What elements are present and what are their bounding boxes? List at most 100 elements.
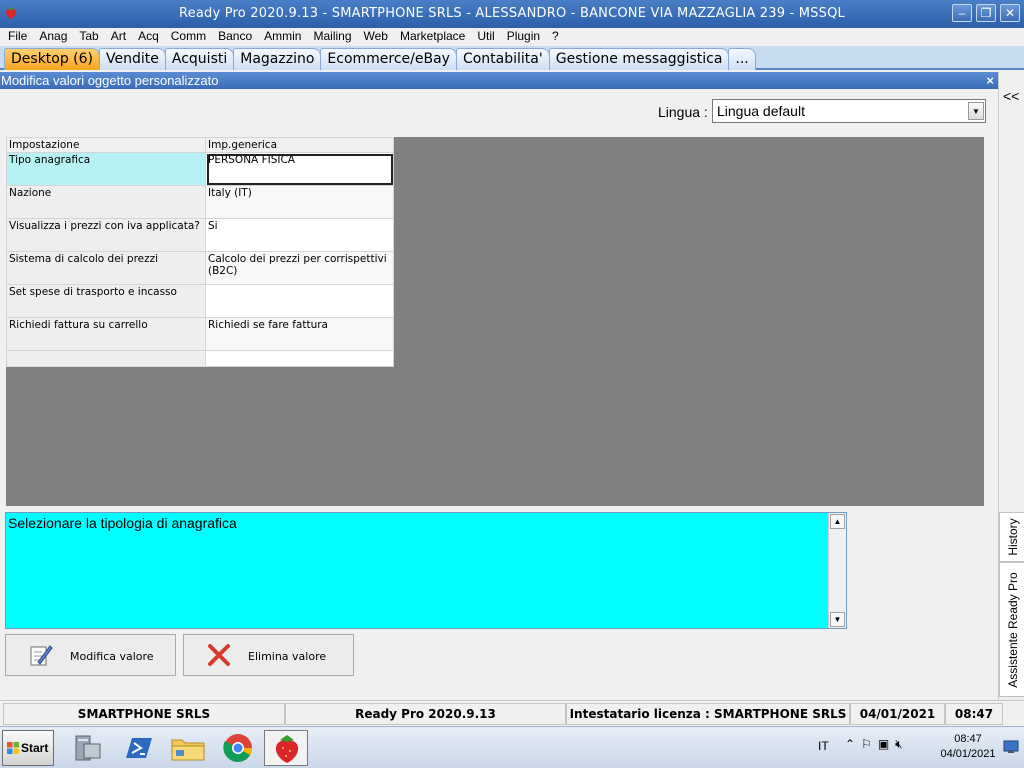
collapse-dock-icon[interactable]: << [1003,88,1019,104]
start-button[interactable]: Start [2,730,54,766]
grid-header-value[interactable]: Imp.generica [205,137,394,153]
chrome-icon [223,734,252,763]
clock-date: 04/01/2021 [940,748,996,760]
show-desktop-icon[interactable] [1003,740,1019,754]
grid-value[interactable] [205,284,394,318]
menu-help[interactable]: ? [548,29,563,46]
tab-acquisti[interactable]: Acquisti [164,48,235,70]
tray-flag-icon[interactable]: ⚐ [861,737,872,752]
tray-chevron-up-icon[interactable]: ⌃ [845,737,855,752]
grid-key[interactable] [6,350,206,367]
right-dock: << History Assistente Ready Pro [998,72,1024,700]
title-bar: Ready Pro 2020.9.13 - SMARTPHONE SRLS - … [0,0,1024,28]
grid-key[interactable]: Nazione [6,185,206,219]
modify-value-button[interactable]: Modifica valore [5,634,176,676]
menu-anag[interactable]: Anag [35,29,71,46]
table-row[interactable]: Set spese di trasporto e incasso [6,284,394,318]
settings-grid: Impostazione Imp.generica Tipo anagrafic… [6,137,394,367]
taskbar: Start IT ⌃ ⚐ ▣ 🔇︎ 08:47 04/01/2021 [0,726,1024,768]
panel-close-icon[interactable]: × [986,72,994,89]
grid-value[interactable] [205,350,394,367]
grid-key[interactable]: Visualizza i prezzi con iva applicata? [6,218,206,252]
start-label: Start [21,741,49,755]
lingua-select[interactable]: Lingua default ▼ [712,99,986,123]
grid-key[interactable]: Set spese di trasporto e incasso [6,284,206,318]
table-row[interactable]: Tipo anagrafica PERSONA FISICA [6,152,394,186]
status-date: 04/01/2021 [850,703,945,725]
restore-button[interactable]: ❐ [976,4,996,22]
tab-contabilita[interactable]: Contabilita' [455,48,550,70]
window-title: Ready Pro 2020.9.13 - SMARTPHONE SRLS - … [179,6,845,21]
grid-value[interactable]: Richiedi se fare fattura [205,317,394,351]
menu-marketplace[interactable]: Marketplace [396,29,469,46]
grid-key[interactable]: Richiedi fattura su carrello [6,317,206,351]
windows-logo-icon [7,742,19,754]
table-row[interactable]: Nazione Italy (IT) [6,185,394,219]
menu-comm[interactable]: Comm [167,29,210,46]
scroll-up-icon[interactable]: ▲ [830,514,845,529]
tab-more[interactable]: ... [728,48,756,70]
grid-value-input[interactable]: PERSONA FISICA [205,152,394,186]
menu-banco[interactable]: Banco [214,29,256,46]
settings-grid-area: Impostazione Imp.generica Tipo anagrafic… [6,137,984,506]
grid-value[interactable]: Si [205,218,394,252]
grid-key[interactable]: Sistema di calcolo dei prezzi [6,251,206,285]
table-row[interactable]: Richiedi fattura su carrello Richiedi se… [6,317,394,351]
minimize-button[interactable]: – [952,4,972,22]
menu-acq[interactable]: Acq [134,29,163,46]
status-company: SMARTPHONE SRLS [3,703,285,725]
history-tab[interactable]: History [999,512,1024,562]
menu-mailing[interactable]: Mailing [309,29,355,46]
scroll-down-icon[interactable]: ▼ [830,612,845,627]
tray-language[interactable]: IT [818,739,829,753]
menu-art[interactable]: Art [107,29,130,46]
description-text: Selezionare la tipologia di anagrafica [8,515,237,531]
server-manager-app[interactable] [66,730,110,766]
tray-clock[interactable]: 08:47 04/01/2021 [938,732,998,762]
panel-title: Modifica valori oggetto personalizzato [1,73,219,88]
grid-value[interactable]: Italy (IT) [205,185,394,219]
chevron-down-icon[interactable]: ▼ [968,102,984,120]
close-button[interactable]: ✕ [1000,4,1020,22]
tab-ecommerce[interactable]: Ecommerce/eBay [320,48,457,70]
delete-value-label: Elimina valore [248,650,327,663]
table-row[interactable] [6,350,394,367]
description-box[interactable]: Selezionare la tipologia di anagrafica ▲… [5,512,847,629]
tab-vendite[interactable]: Vendite [99,48,166,70]
tab-bar: Desktop (6) Vendite Acquisti Magazzino E… [0,46,1024,70]
tray-volume-muted-icon[interactable]: 🔇︎ [895,737,903,752]
menu-bar: File Anag Tab Art Acq Comm Banco Ammin M… [0,28,1024,46]
assistant-tab[interactable]: Assistente Ready Pro [999,562,1024,697]
table-row[interactable]: Sistema di calcolo dei prezzi Calcolo de… [6,251,394,285]
history-tab-label: History [1005,518,1020,556]
menu-tab[interactable]: Tab [75,29,102,46]
grid-header-setting[interactable]: Impostazione [6,137,206,153]
tray-network-icon[interactable]: ▣ [878,737,889,752]
ready-pro-app[interactable] [264,730,308,766]
tab-desktop[interactable]: Desktop (6) [4,48,101,70]
lingua-label: Lingua : [658,104,708,120]
modify-value-label: Modifica valore [70,650,154,663]
assistant-tab-label: Assistente Ready Pro [1005,571,1020,688]
menu-ammin[interactable]: Ammin [260,29,305,46]
file-explorer-app[interactable] [166,730,210,766]
delete-value-button[interactable]: Elimina valore [183,634,354,676]
menu-util[interactable]: Util [473,29,498,46]
grid-key[interactable]: Tipo anagrafica [6,152,206,186]
strawberry-icon [275,735,299,763]
tab-magazzino[interactable]: Magazzino [233,48,322,70]
description-scrollbar[interactable]: ▲ ▼ [828,513,846,628]
table-row[interactable]: Visualizza i prezzi con iva applicata? S… [6,218,394,252]
chrome-app[interactable] [216,730,260,766]
menu-plugin[interactable]: Plugin [503,29,544,46]
powershell-icon [126,738,152,758]
status-bar: SMARTPHONE SRLS Ready Pro 2020.9.13 Inte… [0,700,1024,726]
status-license: Intestatario licenza : SMARTPHONE SRLS [566,703,850,725]
powershell-app[interactable] [116,730,160,766]
grid-value[interactable]: Calcolo dei prezzi per corrispettivi (B2… [205,251,394,285]
menu-file[interactable]: File [4,29,31,46]
server-manager-icon [75,735,101,761]
tab-gestione-messaggistica[interactable]: Gestione messaggistica [548,48,730,70]
menu-web[interactable]: Web [360,29,392,46]
folder-icon [171,739,205,761]
